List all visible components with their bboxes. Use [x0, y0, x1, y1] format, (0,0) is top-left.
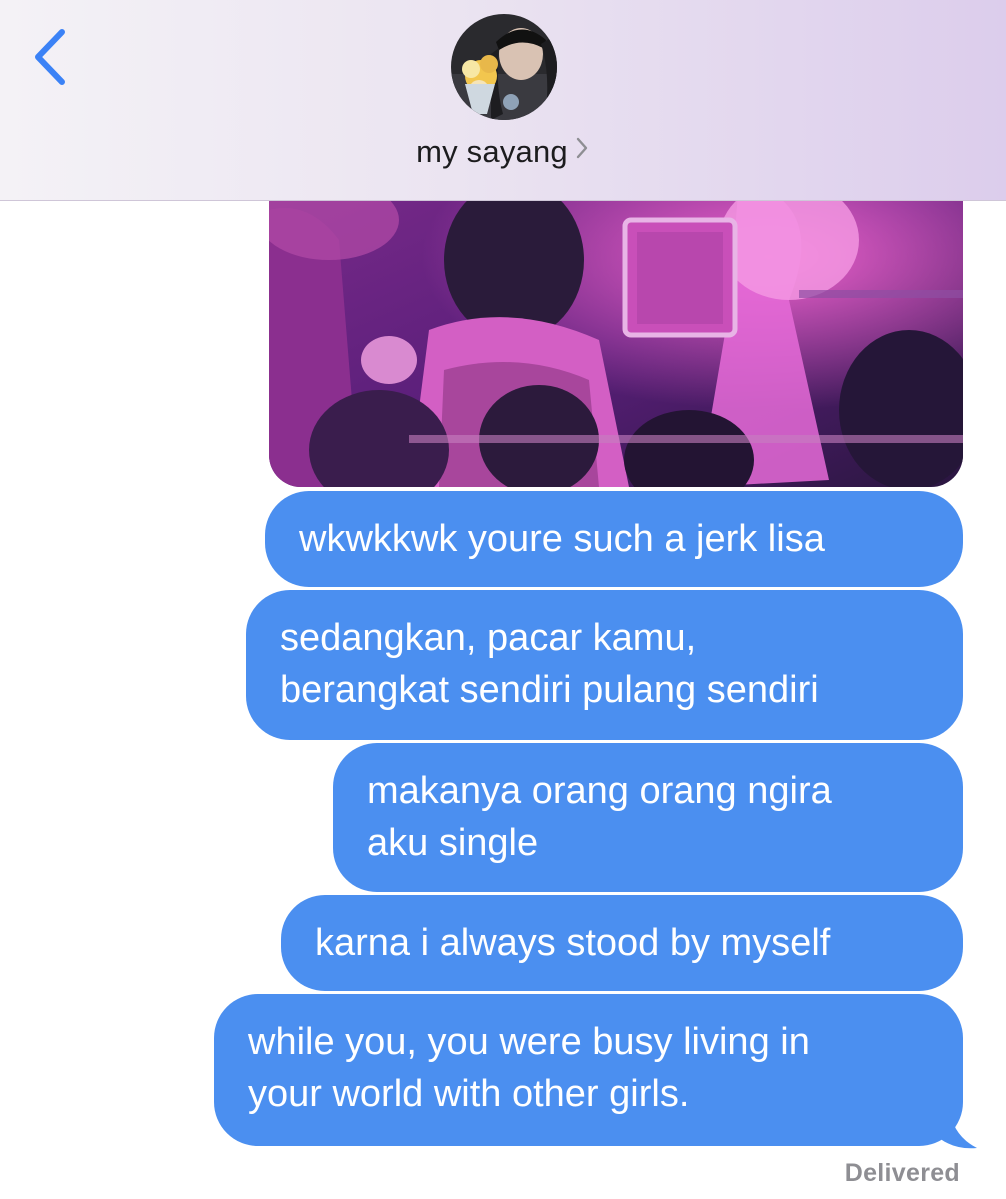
chevron-right-icon — [574, 136, 590, 160]
message-text: while you, you were busy living in — [248, 1021, 810, 1063]
message-bubble[interactable]: makanya orang orang ngira aku single — [333, 743, 963, 892]
contact-name: my sayang — [416, 134, 568, 169]
message-text: wkwkkwk youre such a jerk lisa — [299, 518, 825, 560]
contact-name-button[interactable]: my sayang — [0, 134, 1006, 170]
message-text: sedangkan, pacar kamu, — [280, 617, 697, 659]
photo-thumbnail — [269, 180, 963, 487]
conversation-header: my sayang — [0, 0, 1006, 201]
messages-screen: my sayang wkwkkwk youre such a jerk lisa… — [0, 0, 1006, 1199]
message-text: berangkat sendiri pulang sendiri — [280, 669, 819, 711]
back-button[interactable] — [22, 22, 82, 92]
contact-avatar[interactable] — [451, 14, 557, 120]
photo-message[interactable] — [269, 180, 963, 487]
message-text: your world with other girls. — [248, 1073, 690, 1115]
bubble-tail — [935, 1108, 979, 1150]
message-text: aku single — [367, 822, 539, 864]
avatar-photo — [451, 14, 557, 120]
message-bubble[interactable]: while you, you were busy living in your … — [214, 994, 963, 1146]
message-bubble[interactable]: wkwkkwk youre such a jerk lisa — [265, 491, 963, 587]
chevron-left-icon — [35, 29, 65, 85]
delivery-status: Delivered — [844, 1159, 960, 1187]
message-bubble[interactable]: karna i always stood by myself — [281, 895, 963, 991]
message-bubble[interactable]: sedangkan, pacar kamu, berangkat sendiri… — [246, 590, 963, 740]
message-text: makanya orang orang ngira — [367, 770, 832, 812]
message-text: karna i always stood by myself — [315, 922, 831, 964]
